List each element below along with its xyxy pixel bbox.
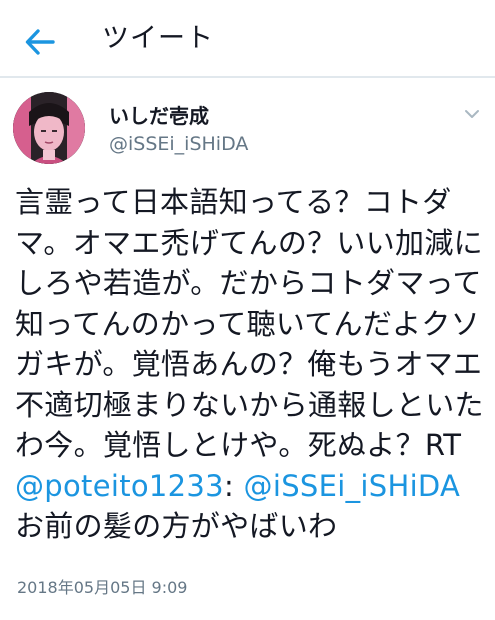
more-options-button[interactable] [460,102,484,126]
top-bar: ツイート [0,0,495,78]
back-arrow-icon [25,29,55,55]
tweet-text: 言霊って日本語知ってる？コトダマ。オマエ禿げてんの？いい加減にしろや若造が。だか… [15,182,485,547]
user-handle[interactable]: @iSSEi_iSHiDA [109,132,248,156]
mention-link[interactable]: @iSSEi_iSHiDA [244,469,461,503]
avatar[interactable] [13,92,85,164]
avatar-image [13,92,85,164]
tweet: いしだ壱成 @iSSEi_iSHiDA 言霊って日本語知ってる？コトダマ。オマエ… [0,82,495,620]
mention-link[interactable]: @poteito1233 [15,469,224,503]
tweet-text-part: 言霊って日本語知ってる？コトダマ。オマエ禿げてんの？いい加減にしろや若造が。だか… [15,185,484,462]
display-name[interactable]: いしだ壱成 [109,103,209,129]
tweet-detail-screen: ツイート いしだ壱成 @iSSEi_iSHiDA 言霊って日本語知ってる？コトダ… [0,0,495,620]
page-title: ツイート [102,23,214,54]
back-button[interactable] [20,22,60,62]
tweet-text-part: お前の髪の方がやばいわ [15,509,338,543]
tweet-timestamp: 2018年05月05日 9:09 [17,578,188,597]
tweet-text-colon: : [223,468,235,503]
chevron-down-icon [465,110,479,118]
